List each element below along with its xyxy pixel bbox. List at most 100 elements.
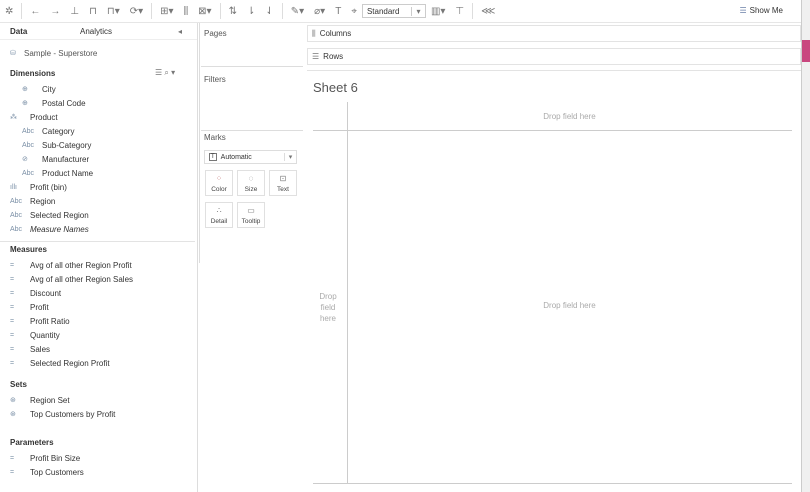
chevron-down-icon: ▾ xyxy=(410,6,425,16)
duplicate-icon[interactable]: ⫼ xyxy=(184,6,189,17)
color-label: Color xyxy=(211,186,227,193)
measure-field[interactable]: = Quantity xyxy=(10,329,60,341)
tooltip-button[interactable]: ▭ Tooltip xyxy=(237,202,265,228)
undo-icon[interactable]: ← xyxy=(30,6,40,17)
group-icon[interactable]: ⌀▾ xyxy=(314,6,325,17)
text-icon: ⊡ xyxy=(279,174,287,183)
sets-header: Sets xyxy=(10,380,27,389)
columns-icon: ⫼ xyxy=(312,28,316,38)
columns-shelf[interactable]: ⫼ Columns xyxy=(307,25,801,42)
pin-icon[interactable]: ⌖ xyxy=(351,6,357,17)
set-field[interactable]: ⊛ Top Customers by Profit xyxy=(10,408,115,420)
dimension-field[interactable]: Abc Category xyxy=(22,125,74,137)
measure-field[interactable]: = Selected Region Profit xyxy=(10,357,110,369)
dimension-field[interactable]: ⊘ Manufacturer xyxy=(22,153,89,165)
labels-icon[interactable]: T xyxy=(335,6,341,17)
swap-icon[interactable]: ⇅ xyxy=(229,6,237,17)
color-button[interactable]: ⁘ Color xyxy=(205,170,233,196)
detail-button[interactable]: ∴ Detail xyxy=(205,202,233,228)
show-cards-icon[interactable]: ▥▾ xyxy=(431,6,445,17)
measure-field[interactable]: = Avg of all other Region Sales xyxy=(10,273,133,285)
size-label: Size xyxy=(244,186,258,193)
data-pane: Data Analytics ◂ ⛁ Sample - Superstore Di… xyxy=(0,23,198,492)
abc-icon: Abc xyxy=(22,169,35,177)
size-button[interactable]: ◌ Size xyxy=(237,170,265,196)
set-field[interactable]: ⊛ Region Set xyxy=(10,394,70,406)
tab-data[interactable]: Data xyxy=(0,27,70,36)
measure-icon: = xyxy=(10,275,15,283)
drop-columns-target[interactable]: Drop field here xyxy=(347,112,792,121)
highlight-icon[interactable]: ✎▾ xyxy=(291,6,304,17)
measure-field[interactable]: = Discount xyxy=(10,287,61,299)
new-datasource-icon[interactable]: ⊓ xyxy=(89,6,97,17)
dimension-field[interactable]: ⁂ Product xyxy=(10,111,58,123)
hierarchy-icon: ⁂ xyxy=(10,114,17,121)
dimension-field[interactable]: Abc Measure Names xyxy=(10,223,89,235)
measure-icon: = xyxy=(10,261,15,269)
cards-pane: Pages Filters Marks T Automatic ▾ ⁘ Color ◌… xyxy=(199,23,305,492)
tableau-logo-icon[interactable]: ✲ xyxy=(5,6,13,17)
dimension-field[interactable]: Abc Selected Region xyxy=(10,209,89,221)
columns-label: Columns xyxy=(319,29,352,38)
field-label: Quantity xyxy=(30,330,60,340)
measure-field[interactable]: = Profit Ratio xyxy=(10,315,70,327)
dimension-field[interactable]: Abc Product Name xyxy=(22,167,93,179)
tab-analytics[interactable]: Analytics xyxy=(70,27,140,36)
fit-select[interactable]: Standard ▾ xyxy=(361,4,426,18)
refresh-icon[interactable]: ⟳▾ xyxy=(130,6,143,17)
dimension-field[interactable]: Abc Sub-Category xyxy=(22,139,91,151)
measure-field[interactable]: = Avg of all other Region Profit xyxy=(10,259,132,271)
field-label: Avg of all other Region Profit xyxy=(30,260,132,270)
parameter-icon: = xyxy=(10,468,15,476)
detail-label: Detail xyxy=(210,218,228,225)
show-me-icon: ☰ xyxy=(739,6,747,15)
presentation-icon[interactable]: ⊤ xyxy=(455,6,464,17)
pages-card[interactable]: Pages xyxy=(201,23,303,67)
dimension-field[interactable]: ıllı Profit (bin) xyxy=(10,181,67,193)
parameter-field[interactable]: = Profit Bin Size xyxy=(10,452,80,464)
parameter-field[interactable]: = Top Customers xyxy=(10,466,84,478)
field-label: Profit Bin Size xyxy=(30,453,81,463)
abc-icon: Abc xyxy=(10,211,23,219)
measure-field[interactable]: = Profit xyxy=(10,301,49,313)
datasource-item[interactable]: ⛁ Sample - Superstore xyxy=(10,47,97,59)
show-me-button[interactable]: ☰ Show Me xyxy=(739,6,783,15)
fit-select-value: Standard xyxy=(366,6,400,16)
text-button[interactable]: ⊡ Text xyxy=(269,170,297,196)
datasource-label: Sample - Superstore xyxy=(24,48,98,58)
toolbar: ✲ ← → ⊥ ⊓ ⊓▾ ⟳▾ ⊞▾ ⫼ ⊠▾ ⇅ ⇂ ⇃ ✎▾ ⌀▾ T ⌖ … xyxy=(0,0,801,23)
chevron-down-icon: ▾ xyxy=(284,153,296,161)
pause-updates-icon[interactable]: ⊓▾ xyxy=(107,6,120,17)
field-label: Profit (bin) xyxy=(30,182,67,192)
sort-asc-icon[interactable]: ⇂ xyxy=(247,6,255,17)
rows-icon: ☰ xyxy=(312,52,320,61)
tooltip-label: Tooltip xyxy=(241,218,261,225)
geo-icon: ⊕ xyxy=(22,86,28,93)
clear-sheet-icon[interactable]: ⊠▾ xyxy=(198,6,211,17)
drop-view-target[interactable]: Drop field here xyxy=(347,301,792,310)
marks-label: Marks xyxy=(204,133,226,142)
dimension-field[interactable]: Abc Region xyxy=(10,195,55,207)
field-label: Manufacturer xyxy=(42,154,90,164)
share-icon[interactable]: ⋘ xyxy=(481,6,495,17)
sort-desc-icon[interactable]: ⇃ xyxy=(265,6,273,17)
new-worksheet-icon[interactable]: ⊞▾ xyxy=(160,6,173,17)
group-icon: ⊘ xyxy=(22,156,28,163)
field-label: Product Name xyxy=(42,168,94,178)
dimension-field[interactable]: ⊕ City xyxy=(22,83,56,95)
filters-card[interactable]: Filters xyxy=(201,69,303,131)
bin-icon: ıllı xyxy=(10,183,17,191)
field-label: Avg of all other Region Sales xyxy=(30,274,134,284)
geo-icon: ⊕ xyxy=(22,100,28,107)
redo-icon[interactable]: → xyxy=(50,6,60,17)
field-label: Profit xyxy=(30,302,49,312)
view-list-icon[interactable]: ☰ ⌕ ▾ xyxy=(155,68,175,78)
save-icon[interactable]: ⊥ xyxy=(70,6,79,17)
field-label: Category xyxy=(42,126,75,136)
dimension-field[interactable]: ⊕ Postal Code xyxy=(22,97,86,109)
mark-type-select[interactable]: T Automatic ▾ xyxy=(204,150,297,164)
measure-field[interactable]: = Sales xyxy=(10,343,50,355)
rows-shelf[interactable]: ☰ Rows xyxy=(307,48,801,65)
drop-rows-target[interactable]: Drop field here xyxy=(315,291,341,324)
collapse-icon[interactable]: ◂ xyxy=(178,27,182,36)
